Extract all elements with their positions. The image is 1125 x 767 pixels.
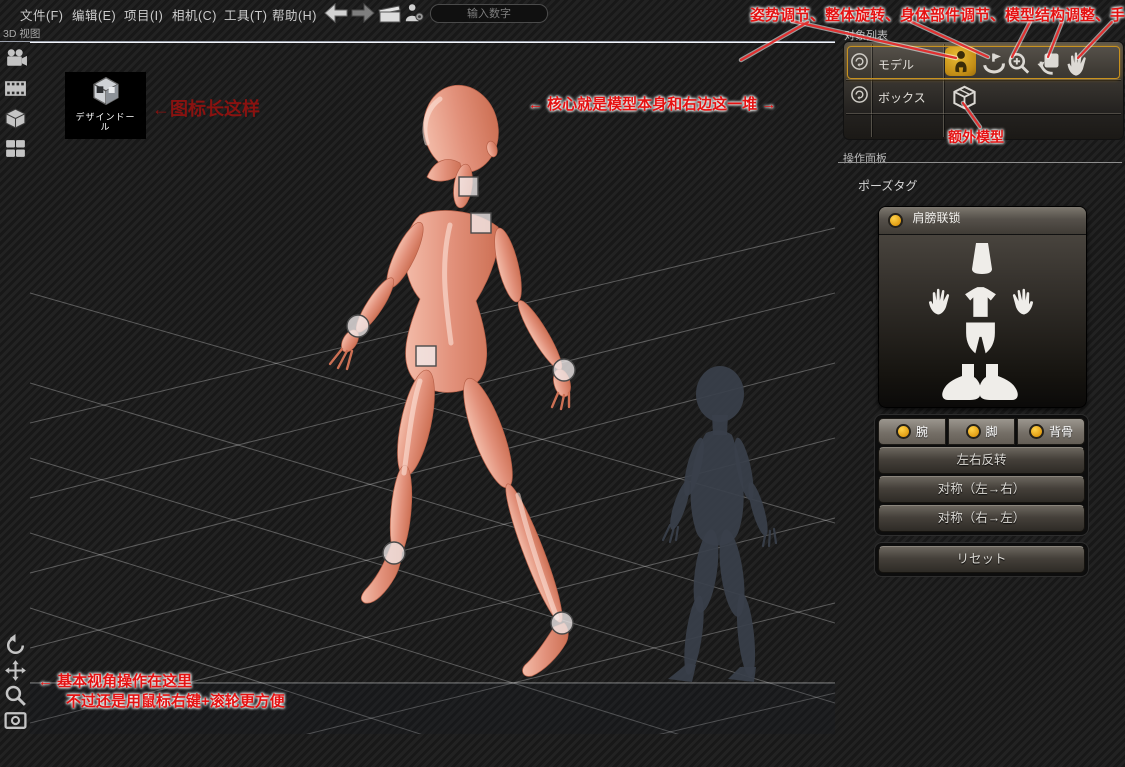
viewport-3d[interactable]: デザインドー ル (30, 42, 835, 734)
handle-pelvis (416, 346, 436, 366)
film-strip-icon[interactable] (3, 76, 28, 101)
operation-panel-rule (838, 162, 1122, 163)
clapperboard-icon[interactable] (377, 2, 403, 24)
object-list-panel: モデル ボックス (843, 41, 1124, 140)
object-row-box-label[interactable]: ボックス (878, 89, 926, 106)
reset-button-group: リセット (874, 542, 1089, 577)
leg-toggle-label: 脚 (986, 423, 998, 440)
sync-icon[interactable] (850, 52, 869, 71)
part-toggle-row: 腕 脚 背骨 (878, 418, 1085, 445)
pose-group-dot (888, 213, 903, 228)
spine-toggle-dot (1029, 424, 1044, 439)
handle-right-wrist (553, 359, 575, 381)
back-arrow-icon[interactable] (323, 2, 349, 24)
mirror-l2r-button[interactable]: 对称（左→右） (878, 476, 1085, 503)
person-gear-icon[interactable] (401, 2, 427, 24)
number-input[interactable] (430, 4, 548, 23)
menu-project[interactable]: 项目(I) (124, 5, 163, 24)
structure-adjust-icon[interactable] (1034, 50, 1062, 78)
scene-canvas (30, 43, 835, 734)
rotate-whole-icon[interactable] (980, 50, 1008, 78)
handle-chest (471, 213, 491, 233)
torso-shirt-sprite[interactable] (962, 285, 999, 320)
quad-view-icon[interactable] (3, 136, 28, 161)
extra-model-cube-icon[interactable] (951, 84, 978, 111)
pose-group-label: 肩膀联锁 (912, 211, 960, 225)
pelvis-shorts-sprite[interactable] (962, 322, 999, 358)
zoom-view-icon[interactable] (3, 683, 28, 708)
reset-button[interactable]: リセット (878, 546, 1085, 573)
object-list-row-divider (846, 113, 1121, 114)
operation-panel-title: 操作面板 (843, 150, 887, 166)
desktop-icon-image: デザインドー ル (65, 72, 146, 139)
handle-left-wrist (347, 315, 369, 337)
pose-tag-panel: 肩膀联锁 (878, 206, 1087, 408)
menu-file[interactable]: 文件(F) (20, 5, 63, 24)
object-list-row-divider (846, 79, 1121, 80)
left-hand-sprite[interactable] (925, 284, 956, 317)
movie-camera-icon[interactable] (3, 46, 28, 71)
floor-front-band (30, 683, 835, 734)
symmetry-button-group: 腕 脚 背骨 左右反转 对称（左→右） 对称（右→左） (874, 414, 1089, 536)
desktop-icon-label-line1: デザインドー (65, 112, 146, 122)
rotate-view-icon[interactable] (3, 633, 28, 658)
cube-view-icon[interactable] (3, 106, 28, 131)
pose-figure-icon[interactable] (948, 49, 974, 75)
handle-neck (459, 177, 478, 196)
menu-camera[interactable]: 相机(C) (172, 5, 217, 24)
part-toggle-spine[interactable]: 背骨 (1017, 418, 1085, 445)
frame-view-icon[interactable] (3, 708, 28, 733)
sync-icon[interactable] (850, 85, 869, 104)
silhouette-model[interactable] (663, 366, 776, 682)
menu-edit[interactable]: 编辑(E) (72, 5, 116, 24)
hand-icon[interactable] (1064, 49, 1092, 77)
handle-front-ankle (383, 542, 405, 564)
menu-help[interactable]: 帮助(H) (272, 5, 317, 24)
feet-boots-sprite[interactable] (940, 363, 1020, 401)
view-tab-label: 3D 视图 (3, 26, 40, 41)
forward-arrow-icon[interactable] (350, 2, 376, 24)
spine-toggle-label: 背骨 (1049, 423, 1073, 440)
handle-back-ankle (551, 612, 573, 634)
designdoll-cube-icon (89, 75, 123, 107)
object-row-model-label[interactable]: モデル (878, 56, 914, 73)
pose-tag-title: ポーズタグ (858, 177, 917, 194)
pose-group-header[interactable]: 肩膀联锁 (879, 207, 1086, 235)
arm-toggle-label: 腕 (916, 423, 928, 440)
flip-lr-button[interactable]: 左右反转 (878, 447, 1085, 474)
leg-toggle-dot (966, 424, 981, 439)
part-toggle-leg[interactable]: 脚 (948, 418, 1016, 445)
menu-tools[interactable]: 工具(T) (224, 5, 267, 24)
magnify-part-icon[interactable] (1006, 51, 1032, 77)
neck-bust-sprite[interactable] (965, 243, 999, 275)
right-hand-sprite[interactable] (1006, 284, 1037, 317)
pan-view-icon[interactable] (3, 658, 28, 683)
arm-toggle-dot (896, 424, 911, 439)
menu-bar: 文件(F) 编辑(E) 项目(I) 相机(C) 工具(T) 帮助(H) (0, 0, 1125, 26)
desktop-icon-label-line2: ル (65, 122, 146, 132)
part-toggle-arm[interactable]: 腕 (878, 418, 946, 445)
mirror-r2l-button[interactable]: 对称（右→左） (878, 505, 1085, 532)
